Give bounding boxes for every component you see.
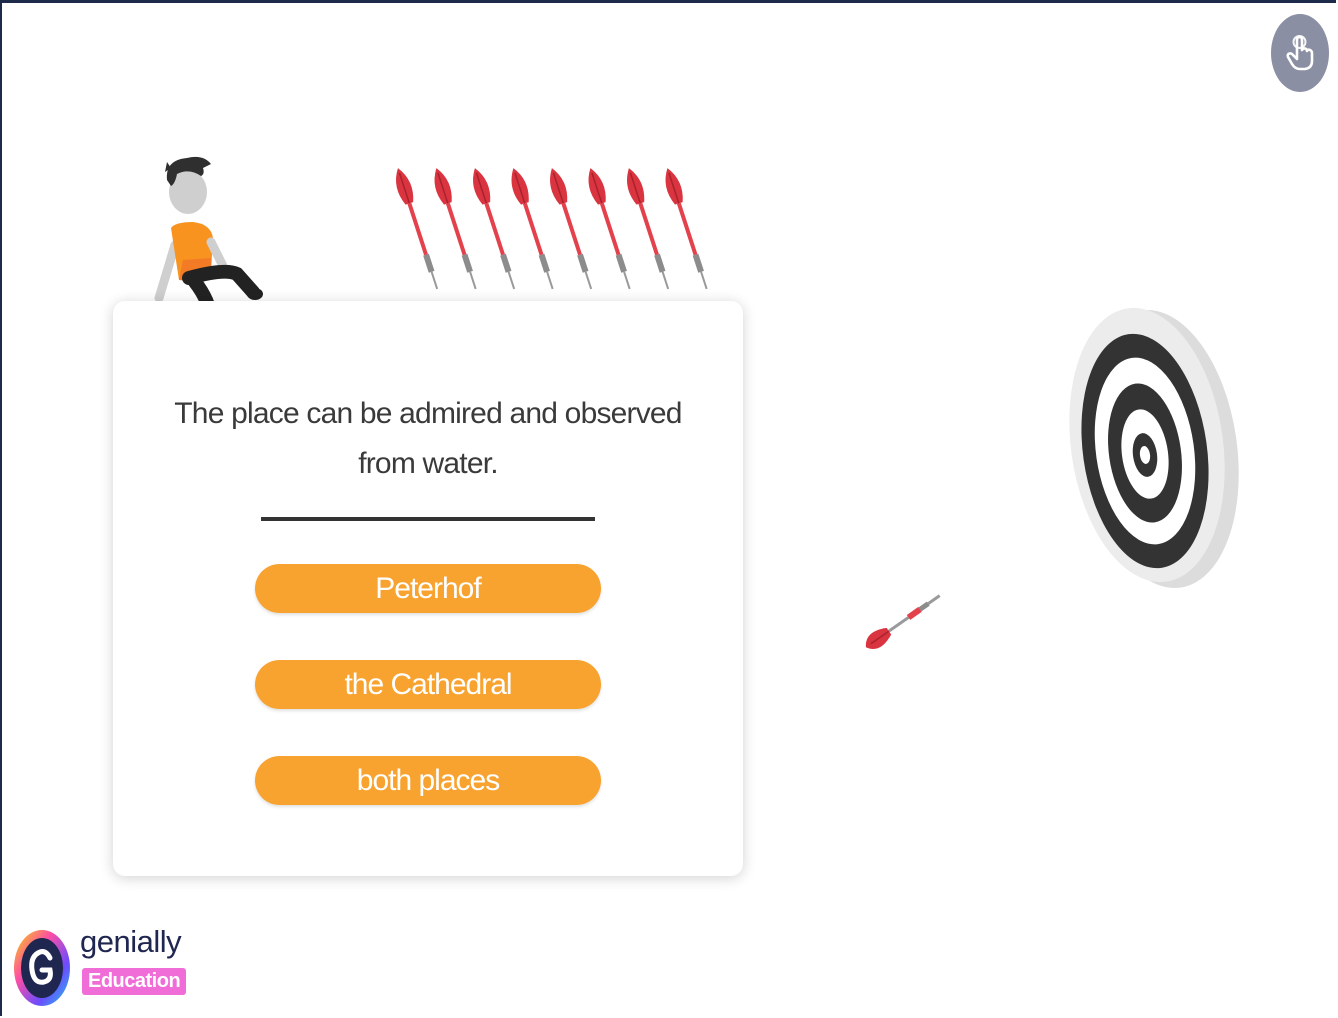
question-divider (261, 517, 595, 521)
question-card: The place can be admired and observed fr… (113, 301, 743, 876)
logo-education-badge: Education (82, 968, 187, 995)
answer-button-3[interactable]: both places (255, 756, 601, 805)
genially-logo-icon (14, 930, 70, 1006)
hand-pointer-icon (1286, 35, 1314, 71)
question-text: The place can be admired and observed fr… (174, 397, 682, 480)
logo-wordmark: genially (80, 924, 182, 959)
answer-button-2[interactable]: the Cathedral (255, 660, 601, 709)
answer-button-1[interactable]: Peterhof (255, 564, 601, 613)
darts-remaining (396, 168, 708, 290)
genially-logo[interactable]: genially Education (12, 924, 192, 1010)
thrown-dart (865, 594, 941, 650)
touch-interaction-button[interactable] (1271, 14, 1329, 92)
target-board (1069, 307, 1239, 589)
dart-8 (665, 168, 708, 290)
